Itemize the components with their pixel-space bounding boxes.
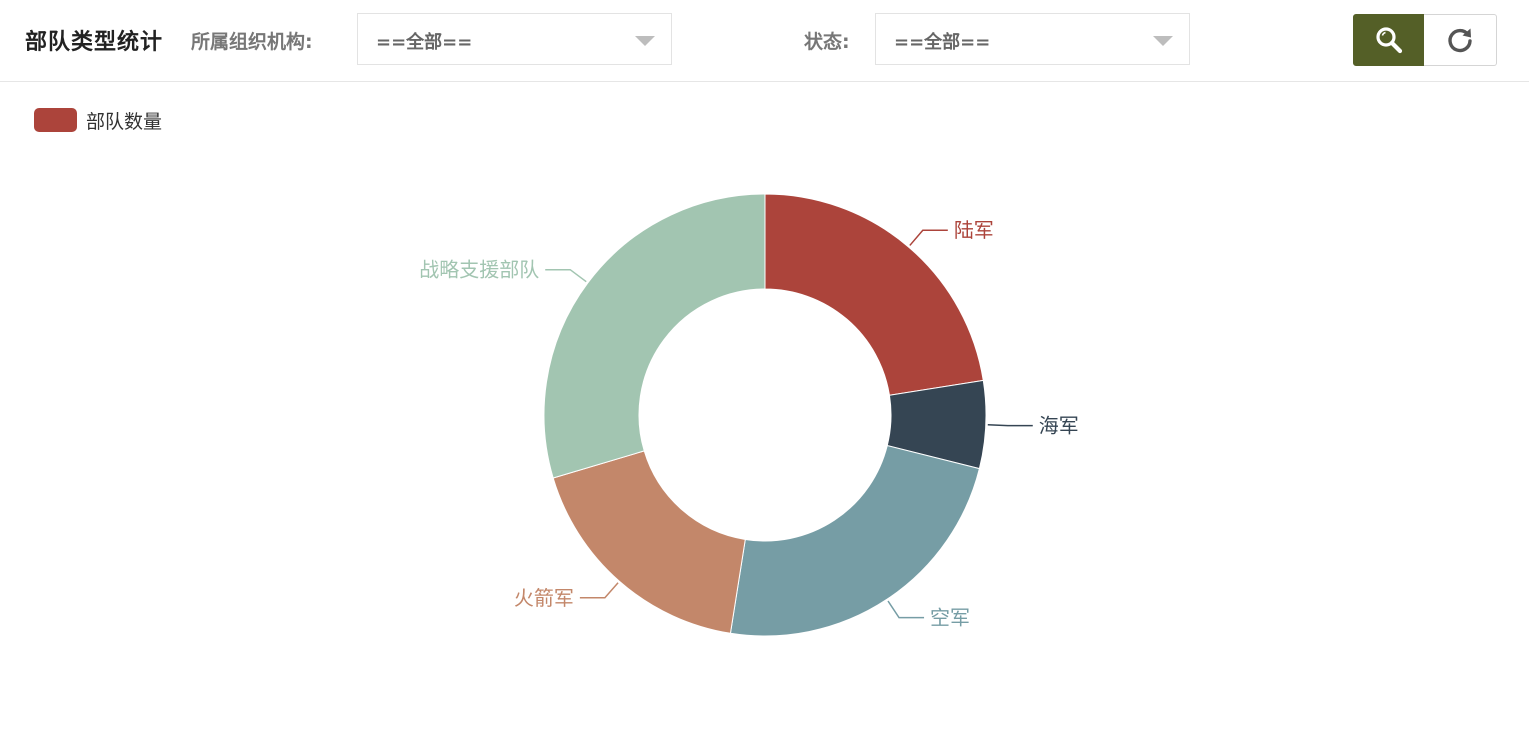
slice-leader-line <box>887 600 925 619</box>
slice-leader-line <box>579 582 619 599</box>
slice-label: 空军 <box>930 606 970 630</box>
donut-chart: 陆军海军空军 火箭军 战略支援部队 <box>419 193 1079 637</box>
pie-slice[interactable] <box>764 193 984 396</box>
pie-slice[interactable] <box>552 450 746 634</box>
slice-label: 海军 <box>1039 414 1079 438</box>
slice-label: 战略支援部队 <box>419 258 539 282</box>
slice-leader-line <box>987 424 1033 427</box>
slice-leader-line <box>545 268 587 283</box>
slice-leader-line <box>909 229 948 246</box>
slice-label: 火箭军 <box>514 586 574 610</box>
slice-label: 陆军 <box>954 218 994 242</box>
pie-slice[interactable] <box>543 193 766 479</box>
